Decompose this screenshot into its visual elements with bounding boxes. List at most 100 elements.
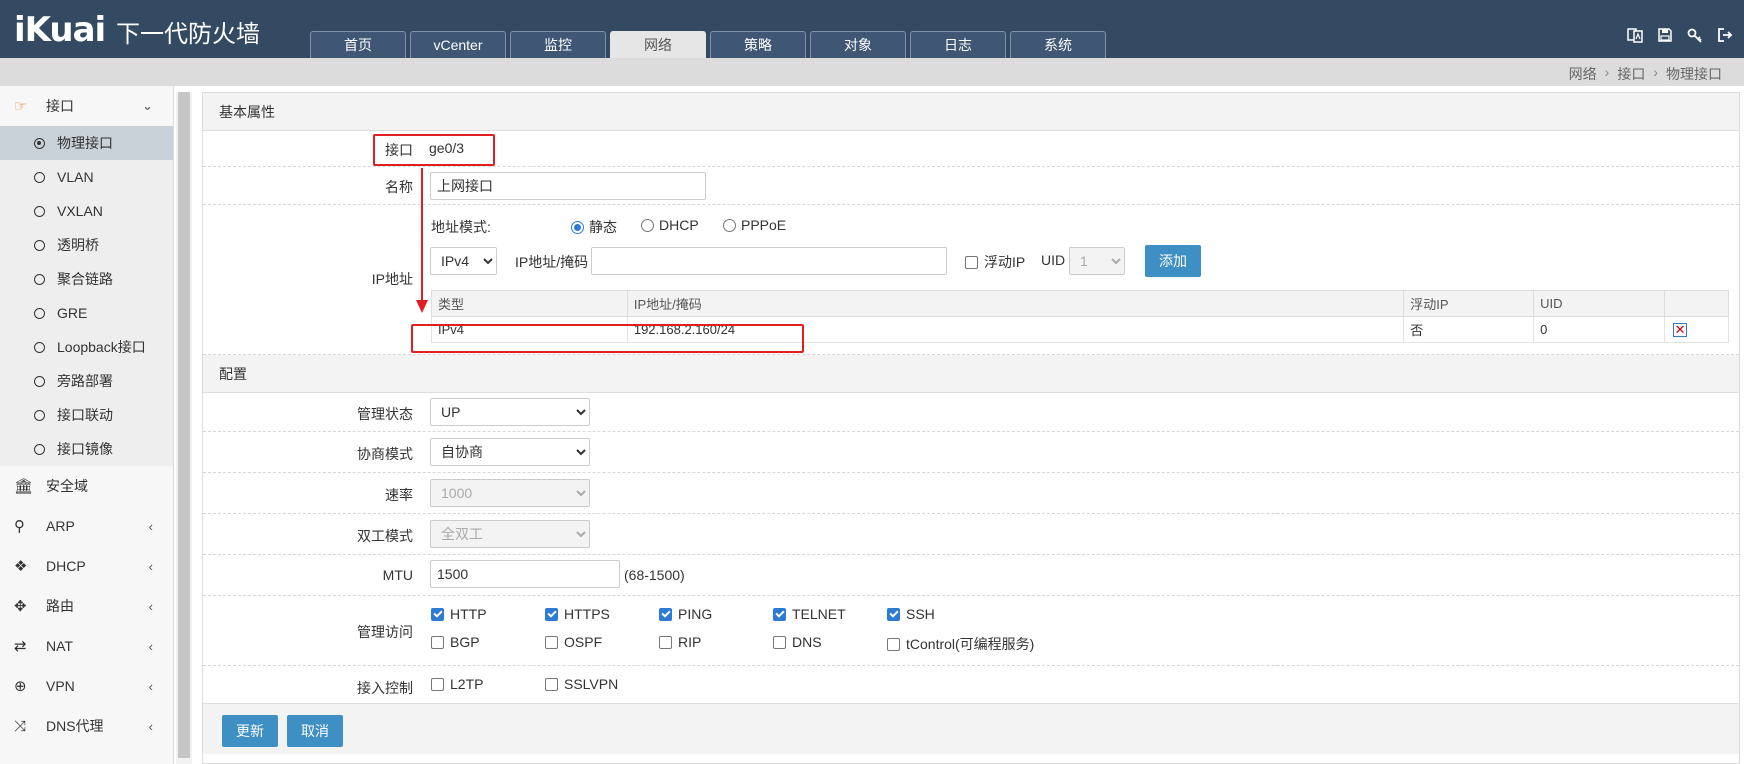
sidebar-item-vxlan[interactable]: VXLAN xyxy=(0,194,173,228)
radio-pppoe[interactable]: PPPoE xyxy=(723,217,786,233)
management-access-label: 管理访问 xyxy=(357,624,413,640)
sidebar-item-physical-interface[interactable]: 物理接口 xyxy=(0,126,173,160)
scrollbar-thumb[interactable] xyxy=(178,92,190,758)
chevron-down-icon: ⌄ xyxy=(142,98,153,113)
checkbox-http[interactable]: HTTP xyxy=(431,606,487,622)
exchange-icon: ⇄ xyxy=(14,638,27,655)
checkbox-dns[interactable]: DNS xyxy=(773,634,822,650)
sidebar-group-security-zone[interactable]: 🏛 安全域 xyxy=(0,466,173,506)
radio-static[interactable]: 静态 xyxy=(571,217,617,237)
top-header: iKuai 下一代防火墙 首页 vCenter 监控 网络 策略 对象 日志 系… xyxy=(0,0,1744,58)
ikuai-logo: iKuai xyxy=(14,10,106,50)
save-icon[interactable] xyxy=(1656,26,1674,44)
ip-mask-input[interactable] xyxy=(591,247,947,275)
sidebar: ☞ 接口 ⌄ 物理接口 VLAN VXLAN 透明桥 聚合链路 GRE Loop… xyxy=(0,86,174,764)
float-ip-checkbox[interactable]: 浮动IP xyxy=(965,252,1025,272)
ip-version-select[interactable]: IPv4 xyxy=(430,247,497,275)
delete-icon[interactable]: ✕ xyxy=(1673,322,1688,337)
access-control-label: 接入控制 xyxy=(357,680,413,696)
translate-icon[interactable] xyxy=(1626,26,1644,44)
annotation-arrow xyxy=(416,168,428,313)
checkbox-l2tp[interactable]: L2TP xyxy=(431,676,483,692)
sidebar-item-loopback[interactable]: Loopback接口 xyxy=(0,330,173,364)
sidebar-group-vpn[interactable]: ⊕ VPN ‹ xyxy=(0,666,173,706)
sidebar-scrollbar[interactable] xyxy=(176,92,192,764)
product-title: 下一代防火墙 xyxy=(116,20,260,48)
joystick-icon: ⚲ xyxy=(14,518,25,535)
checkbox-ping[interactable]: PING xyxy=(659,606,712,622)
breadcrumb-bar: 网络 › 接口 › 物理接口 xyxy=(0,58,1744,86)
sidebar-item-bypass[interactable]: 旁路部署 xyxy=(0,364,173,398)
key-icon[interactable] xyxy=(1686,26,1704,44)
speed-select[interactable]: 1000 xyxy=(430,479,590,507)
admin-state-select[interactable]: UP xyxy=(430,398,590,426)
sidebar-item-gre[interactable]: GRE xyxy=(0,296,173,330)
tab-object[interactable]: 对象 xyxy=(810,31,906,58)
radio-dhcp[interactable]: DHCP xyxy=(641,217,699,233)
hand-point-icon: ☞ xyxy=(14,98,28,115)
tab-system[interactable]: 系统 xyxy=(1010,31,1106,58)
name-input[interactable] xyxy=(430,172,706,200)
tab-log[interactable]: 日志 xyxy=(910,31,1006,58)
update-button[interactable]: 更新 xyxy=(222,715,278,747)
speed-label: 速率 xyxy=(385,487,413,503)
logout-icon[interactable] xyxy=(1716,26,1734,44)
checkbox-telnet[interactable]: TELNET xyxy=(773,606,846,622)
chevron-left-icon: ‹ xyxy=(148,558,153,574)
sidebar-group-nat[interactable]: ⇄ NAT ‹ xyxy=(0,626,173,666)
negotiation-label: 协商模式 xyxy=(357,446,413,462)
col-ip-mask: IP地址/掩码 xyxy=(626,290,1405,317)
breadcrumb-physical-interface: 物理接口 xyxy=(1666,66,1722,82)
checkbox-tcontrol[interactable]: tControl(可编程服务) xyxy=(887,634,1034,654)
bank-icon: 🏛 xyxy=(14,478,34,495)
tab-vcenter[interactable]: vCenter xyxy=(410,31,506,58)
sidebar-item-transparent-bridge[interactable]: 透明桥 xyxy=(0,228,173,262)
ip-address-label: IP地址 xyxy=(371,271,413,287)
duplex-select[interactable]: 全双工 xyxy=(430,520,590,548)
checkbox-https[interactable]: HTTPS xyxy=(545,606,610,622)
row-duplex: 双工模式 全双工 xyxy=(203,514,1739,555)
sidebar-group-arp[interactable]: ⚲ ARP ‹ xyxy=(0,506,173,546)
sidebar-item-aggregate-link[interactable]: 聚合链路 xyxy=(0,262,173,296)
checkbox-sslvpn[interactable]: SSLVPN xyxy=(545,676,618,692)
ip-mask-label: IP地址/掩码 xyxy=(515,254,589,270)
chevron-left-icon: ‹ xyxy=(148,638,153,654)
interface-label: 接口 xyxy=(385,142,413,158)
add-ip-button[interactable]: 添加 xyxy=(1145,245,1201,277)
breadcrumb-interface[interactable]: 接口 xyxy=(1617,64,1645,84)
breadcrumb: 网络 › 接口 › 物理接口 xyxy=(1568,64,1722,84)
checkbox-ssh[interactable]: SSH xyxy=(887,606,935,622)
tab-policy[interactable]: 策略 xyxy=(710,31,806,58)
cancel-button[interactable]: 取消 xyxy=(287,715,343,747)
table-row: IPv4 192.168.2.160/24 否 0 ✕ xyxy=(431,316,1729,343)
sidebar-group-interface[interactable]: ☞ 接口 ⌄ xyxy=(0,86,173,126)
checkbox-bgp[interactable]: BGP xyxy=(431,634,480,650)
radio-dot-icon xyxy=(34,375,45,387)
radio-dot-icon xyxy=(34,341,45,353)
checkbox-rip[interactable]: RIP xyxy=(659,634,701,650)
sidebar-item-link-linkage[interactable]: 接口联动 xyxy=(0,398,173,432)
sidebar-group-dhcp[interactable]: ❖ DHCP ‹ xyxy=(0,546,173,586)
form-footer: 更新 取消 xyxy=(203,704,1739,754)
tab-network[interactable]: 网络 xyxy=(610,31,706,58)
tab-home[interactable]: 首页 xyxy=(310,31,406,58)
chevron-left-icon: ‹ xyxy=(148,678,153,694)
row-interface: 接口 ge0/3 xyxy=(203,131,1739,167)
chevron-left-icon: ‹ xyxy=(148,718,153,734)
col-type: 类型 xyxy=(431,290,628,317)
tab-monitor[interactable]: 监控 xyxy=(510,31,606,58)
row-access-control: 接入控制 L2TP SSLVPN xyxy=(203,666,1739,704)
admin-state-label: 管理状态 xyxy=(357,406,413,422)
mtu-input[interactable] xyxy=(430,560,620,588)
negotiation-select[interactable]: 自协商 xyxy=(430,438,590,466)
sidebar-item-vlan[interactable]: VLAN xyxy=(0,160,173,194)
breadcrumb-network[interactable]: 网络 xyxy=(1569,64,1597,84)
sidebar-item-mirror[interactable]: 接口镜像 xyxy=(0,432,173,466)
uid-select[interactable]: 1 xyxy=(1069,247,1125,275)
row-name: 名称 xyxy=(203,167,1739,205)
radio-dot-icon xyxy=(34,171,45,183)
checkbox-ospf[interactable]: OSPF xyxy=(545,634,602,650)
sidebar-group-dns-proxy[interactable]: ⤨ DNS代理 ‹ xyxy=(0,706,173,746)
radio-dot-icon xyxy=(34,409,45,421)
sidebar-group-route[interactable]: ✥ 路由 ‹ xyxy=(0,586,173,626)
